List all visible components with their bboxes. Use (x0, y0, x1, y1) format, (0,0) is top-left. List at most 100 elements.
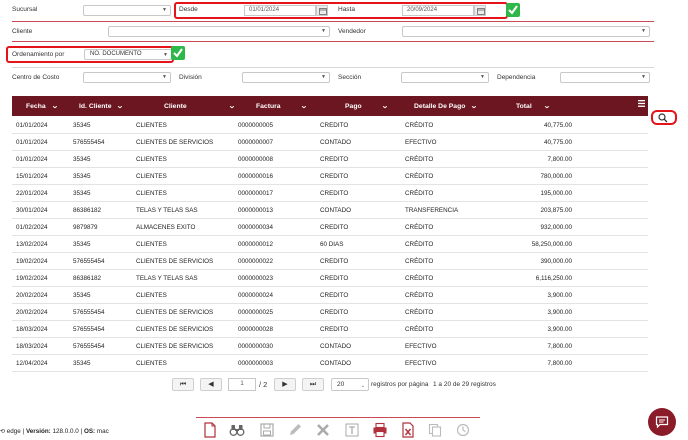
table-row[interactable]: 20/02/2024 35345 CLIENTES 0000000024 CREDITO… (12, 287, 648, 304)
new-document-icon[interactable] (202, 422, 218, 438)
edit-icon[interactable] (287, 422, 303, 438)
table-row[interactable]: 01/01/2024 35345 CLIENTES 0000000005 CREDITO… (12, 117, 648, 134)
column-header-pago[interactable]: Pago ⌄ (345, 102, 388, 110)
table-row[interactable]: 12/04/2024 35345 CLIENTES 0000000003 CONTADO… (12, 355, 648, 372)
table-row[interactable]: 18/03/2024 576555454 CLIENTES DE SERVICIOS… (12, 321, 648, 338)
page-number-input[interactable]: 1 (228, 378, 256, 391)
table-cell: 0000000022 (238, 258, 274, 265)
table-cell: 0000000028 (238, 326, 274, 333)
sucursal-select[interactable]: ▼ (83, 5, 171, 16)
text-icon[interactable] (344, 422, 360, 438)
table-cell: CRÉDITO (405, 122, 434, 129)
table-cell: EFECTIVO (405, 139, 437, 146)
desde-input[interactable]: 01/01/2024 (244, 5, 316, 16)
table-cell: CLIENTES (136, 190, 167, 197)
table-cell: CREDITO (320, 190, 349, 197)
column-header-factura[interactable]: Factura ⌄ (256, 102, 307, 110)
vendedor-select[interactable]: ▼ (402, 26, 650, 37)
table-cell: CONTADO (320, 139, 352, 146)
table-row[interactable]: 19/02/2024 86386182 TELAS Y TELAS SAS 00000… (12, 270, 648, 287)
toolbar-divider (196, 417, 480, 418)
table-cell: CREDITO (320, 326, 349, 333)
seccion-select[interactable]: ▼ (401, 72, 489, 83)
chevron-down-icon: ▼ (162, 74, 167, 80)
hasta-label: Hasta (338, 6, 355, 13)
chevron-down-icon: ⌄ (542, 103, 551, 110)
table-cell: 0000000013 (238, 207, 274, 214)
table-row[interactable]: 01/01/2024 576555454 CLIENTES DE SERVICIOS… (12, 134, 648, 151)
table-cell: 576555454 (73, 326, 105, 333)
search-icon[interactable] (658, 113, 668, 125)
table-cell: 203,875.00 (540, 207, 572, 214)
table-cell: 35345 (73, 292, 91, 299)
dependencia-select[interactable]: ▼ (560, 72, 650, 83)
column-header-id-cliente[interactable]: Id. Cliente ⌄ (79, 102, 125, 110)
table-cell: CRÉDITO (405, 292, 434, 299)
centro-costo-label: Centro de Costo (12, 74, 60, 81)
table-cell: ALMACENES EXITO (136, 224, 196, 231)
table-cell: 576555454 (73, 139, 105, 146)
table-cell: EFECTIVO (405, 360, 437, 367)
chevron-down-icon: ⌄ (116, 103, 125, 110)
print-icon[interactable] (372, 422, 388, 438)
table-row[interactable]: 01/01/2024 35345 CLIENTES 0000000008 CREDITO… (12, 151, 648, 168)
table-cell: 01/01/2024 (16, 122, 48, 129)
last-page-button[interactable]: ⏭ (302, 378, 324, 391)
column-menu-icon[interactable] (637, 99, 646, 109)
centro-costo-select[interactable]: ▼ (83, 72, 171, 83)
page-size-select[interactable]: 20 ⌄ (331, 378, 369, 391)
table-cell: 35345 (73, 241, 91, 248)
chevron-down-icon: ⌄ (470, 103, 479, 110)
next-page-button[interactable]: ▶ (274, 378, 296, 391)
table-cell: CRÉDITO (405, 258, 434, 265)
chat-button[interactable] (648, 408, 676, 436)
first-page-button[interactable]: ⏮ (172, 378, 194, 391)
save-icon[interactable] (259, 422, 275, 438)
table-row[interactable]: 19/02/2024 576555454 CLIENTES DE SERVICIOS… (12, 253, 648, 270)
hasta-calendar-icon[interactable] (474, 5, 486, 16)
table-row[interactable]: 15/01/2024 35345 CLIENTES 0000000016 CREDITO… (12, 168, 648, 185)
division-label: División (179, 74, 202, 81)
table-cell: 0000000024 (238, 292, 274, 299)
history-icon[interactable] (455, 422, 471, 438)
table-cell: 15/01/2024 (16, 173, 48, 180)
column-header-total[interactable]: Total ⌄ (516, 102, 550, 110)
hasta-input[interactable]: 20/09/2024 (402, 5, 474, 16)
prev-page-button[interactable]: ◀ (200, 378, 222, 391)
cliente-select[interactable]: ▼ (108, 26, 330, 37)
table-cell: 7,800.00 (547, 156, 572, 163)
table-row[interactable]: 22/01/2024 35345 CLIENTES 0000000017 CREDITO… (12, 185, 648, 202)
table-row[interactable]: 01/02/2024 9879879 ALMACENES EXITO 00000000… (12, 219, 648, 236)
column-header-detalle-pago[interactable]: Detalle De Pago ⌄ (414, 102, 479, 110)
table-cell: 195,000.00 (540, 190, 572, 197)
table-cell: CONTADO (320, 207, 352, 214)
table-row[interactable]: 30/01/2024 86386182 TELAS Y TELAS SAS 00000… (12, 202, 648, 219)
table-cell: 01/02/2024 (16, 224, 48, 231)
table-cell: CLIENTES DE SERVICIOS (136, 309, 214, 316)
column-header-fecha[interactable]: Fecha ⌄ (26, 102, 58, 110)
table-cell: CLIENTES (136, 156, 167, 163)
table-cell: 60 DIAS (320, 241, 344, 248)
table-header: Fecha ⌄ Id. Cliente ⌄ Cliente ⌄ Factura ⌄ Pa… (12, 96, 648, 116)
section-divider (12, 41, 654, 42)
division-select[interactable]: ▼ (242, 72, 330, 83)
chevron-down-icon: ⌄ (227, 103, 236, 110)
delete-icon[interactable] (315, 422, 331, 438)
table-cell: CONTADO (320, 343, 352, 350)
ordenamiento-label: Ordenamiento por (12, 51, 65, 58)
ordenamiento-select[interactable]: NO. DOCUMENTO ▼ (84, 49, 172, 60)
binoculars-icon[interactable] (229, 422, 245, 438)
copy-icon[interactable] (427, 422, 443, 438)
table-cell: 20/02/2024 (16, 309, 48, 316)
chevron-down-icon: ⌄ (360, 383, 365, 389)
table-cell: 86386182 (73, 207, 102, 214)
excel-icon[interactable] (400, 422, 416, 438)
table-cell: 35345 (73, 360, 91, 367)
desde-calendar-icon[interactable] (316, 5, 328, 16)
table-row[interactable]: 20/02/2024 576555454 CLIENTES DE SERVICIOS… (12, 304, 648, 321)
table-row[interactable]: 13/02/2024 35345 CLIENTES 0000000012 60 DIAS… (12, 236, 648, 253)
column-header-cliente[interactable]: Cliente ⌄ (164, 102, 235, 110)
table-cell: EFECTIVO (405, 343, 437, 350)
table-row[interactable]: 18/03/2024 576555454 CLIENTES DE SERVICIOS… (12, 338, 648, 355)
table-cell: 22/01/2024 (16, 190, 48, 197)
